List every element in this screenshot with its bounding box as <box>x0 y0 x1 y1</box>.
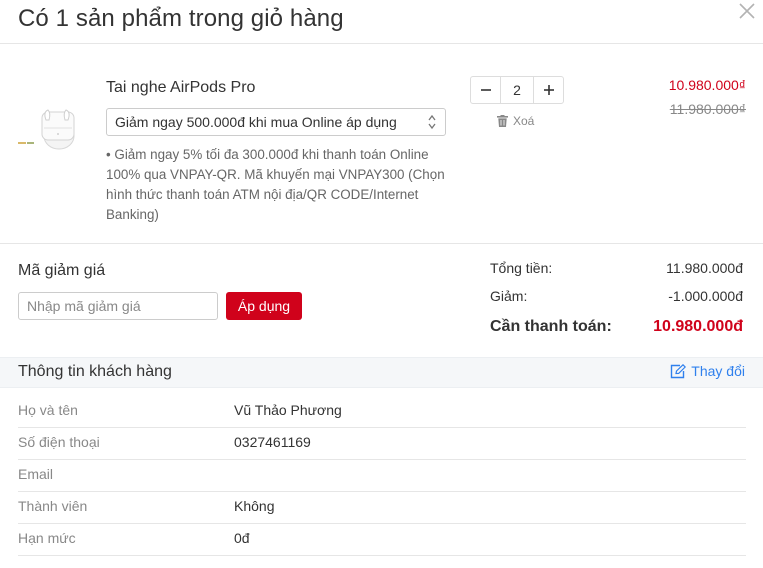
customer-row-name: Họ và tên Vũ Thảo Phương <box>18 396 746 428</box>
customer-row-value: 0đ <box>234 530 250 546</box>
summary-payable-row: Cần thanh toán: 10.980.000đ <box>490 318 743 336</box>
apply-coupon-button[interactable]: Áp dụng <box>226 292 302 320</box>
customer-row-email: Email <box>18 460 746 492</box>
minus-icon <box>480 89 491 91</box>
promotion-select-value: Giảm ngay 500.000đ khi mua Online áp dụn… <box>115 114 397 130</box>
promotion-note: • Giảm ngay 5% tối đa 300.000đ khi thanh… <box>106 147 445 222</box>
customer-row-value: Không <box>234 498 275 514</box>
summary-payable-value: 10.980.000đ <box>653 318 743 335</box>
customer-row-label: Số điện thoại <box>18 434 100 450</box>
modal-header: Có 1 sản phẩm trong giỏ hàng <box>0 0 763 44</box>
coupon-label: Mã giảm giá <box>18 262 106 279</box>
promotion-select[interactable]: Giảm ngay 500.000đ khi mua Online áp dụn… <box>106 108 446 136</box>
select-arrows-icon <box>428 114 436 130</box>
customer-row-credit-limit: Hạn mức 0đ <box>18 524 746 556</box>
summary-total-value: 11.980.000đ <box>666 260 743 276</box>
customer-section-header: Thông tin khách hàng Thay đổi <box>0 357 763 388</box>
summary-discount-value: -1.000.000đ <box>668 288 743 304</box>
summary-total-label: Tổng tiền: <box>490 260 553 276</box>
delete-item-button[interactable]: Xoá <box>497 114 534 128</box>
summary-discount-label: Giảm: <box>490 288 528 304</box>
customer-row-value: 0327461169 <box>234 434 311 450</box>
product-name[interactable]: Tai nghe AirPods Pro <box>106 79 255 97</box>
customer-row-label: Hạn mức <box>18 530 76 546</box>
page-title: Có 1 sản phẩm trong giỏ hàng <box>18 5 344 32</box>
edit-icon <box>671 363 687 378</box>
quantity-stepper: 2 <box>470 76 564 104</box>
delete-label: Xoá <box>513 114 535 128</box>
product-image <box>18 109 75 150</box>
summary-discount-row: Giảm: -1.000.000đ <box>490 288 743 304</box>
cart-item: Tai nghe AirPods Pro Giảm ngay 500.000đ … <box>0 44 763 244</box>
quantity-value[interactable]: 2 <box>500 77 534 103</box>
customer-row-label: Họ và tên <box>18 402 78 418</box>
customer-row-membership: Thành viên Không <box>18 492 746 524</box>
edit-customer-link[interactable]: Thay đổi <box>670 363 745 379</box>
coupon-input[interactable] <box>18 292 218 320</box>
customer-section-title: Thông tin khách hàng <box>18 363 172 380</box>
summary-total-row: Tổng tiền: 11.980.000đ <box>490 260 743 276</box>
plus-icon <box>543 85 554 95</box>
edit-customer-label: Thay đổi <box>691 363 745 379</box>
customer-row-label: Email <box>18 466 54 482</box>
summary-payable-label: Cần thanh toán: <box>490 318 612 335</box>
customer-row-label: Thành viên <box>18 498 88 514</box>
increase-quantity-button[interactable] <box>534 77 563 103</box>
decrease-quantity-button[interactable] <box>471 77 500 103</box>
close-icon[interactable] <box>736 0 758 22</box>
item-price: 10.980.000₫ <box>668 77 746 93</box>
customer-row-value: Vũ Thảo Phương <box>234 402 342 418</box>
item-old-price: 11.980.000₫ <box>669 101 746 117</box>
trash-icon <box>497 115 508 127</box>
customer-row-phone: Số điện thoại 0327461169 <box>18 428 746 460</box>
